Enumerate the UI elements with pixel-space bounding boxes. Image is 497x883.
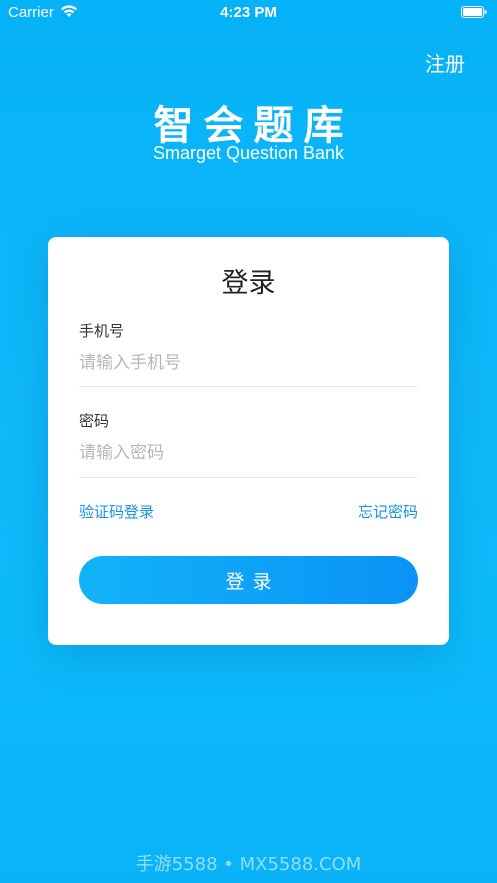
phone-divider (79, 386, 418, 387)
status-bar: Carrier 4:23 PM (0, 0, 497, 26)
password-label: 密码 (79, 412, 110, 430)
login-title: 登录 (221, 268, 276, 299)
sms-login-link[interactable]: 验证码登录 (79, 501, 154, 522)
battery-icon (461, 6, 487, 18)
login-button[interactable]: 登录 (79, 556, 418, 604)
forgot-password-link[interactable]: 忘记密码 (358, 501, 418, 522)
status-time: 4:23 PM (220, 4, 277, 21)
password-divider (79, 477, 418, 478)
watermark: 手游5588 • MX5588.COM (135, 854, 362, 875)
register-link[interactable]: 注册 (425, 48, 465, 77)
phone-label: 手机号 (79, 322, 125, 340)
phone-input[interactable] (79, 347, 418, 379)
app-subtitle: Smarget Question Bank (152, 143, 345, 163)
password-input[interactable] (79, 437, 418, 469)
login-card: 登录 手机号 密码 验证码登录 忘记密码 登录 (48, 237, 449, 645)
